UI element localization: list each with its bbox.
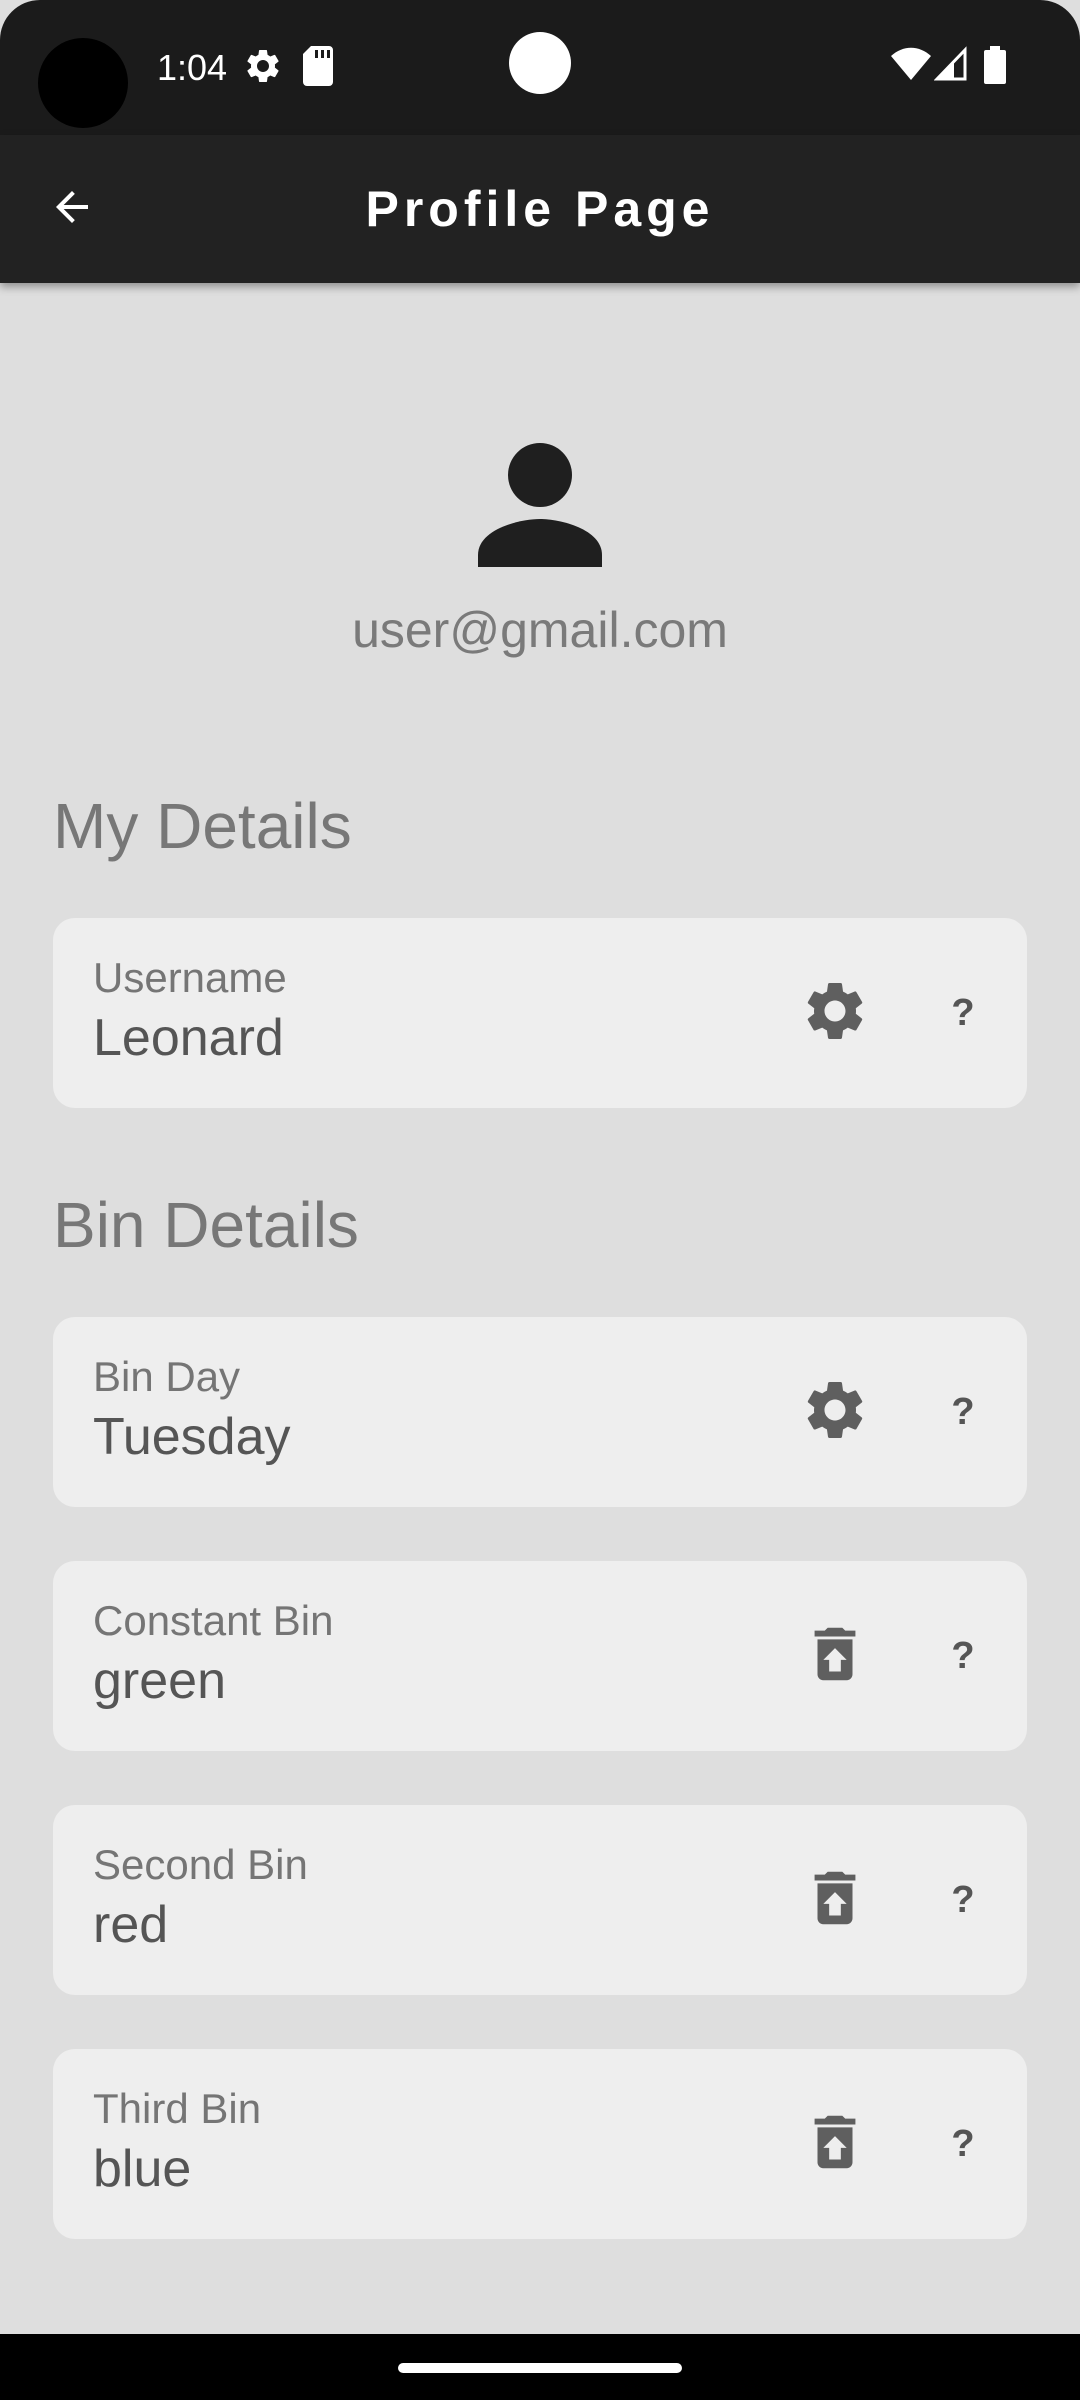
- constant-bin-change-button[interactable]: [795, 1616, 875, 1696]
- signal-icon: [933, 46, 968, 87]
- third-bin-change-button[interactable]: [795, 2104, 875, 2184]
- third-bin-label: Third Bin: [93, 2085, 262, 2132]
- battery-icon: [984, 46, 1006, 89]
- bin-day-label: Bin Day: [93, 1353, 241, 1400]
- second-bin-card: Second Bin red ?: [53, 1805, 1027, 1995]
- third-bin-card: Third Bin blue ?: [53, 2049, 1027, 2239]
- constant-bin-label: Constant Bin: [93, 1597, 334, 1644]
- second-bin-help-button[interactable]: ?: [933, 1860, 993, 1940]
- gear-icon: [800, 1375, 870, 1450]
- center-camera-cutout: [509, 32, 571, 94]
- username-label: Username: [93, 954, 287, 1001]
- bin-day-help-button[interactable]: ?: [933, 1372, 993, 1452]
- home-gesture-handle[interactable]: [398, 2363, 682, 2373]
- person-icon: [470, 435, 610, 575]
- status-bar: 1:04: [0, 0, 1080, 135]
- navigation-bar: [0, 2334, 1080, 2400]
- sd-card-icon: [303, 46, 337, 91]
- username-value: Leonard: [93, 1009, 284, 1067]
- profile-email: user@gmail.com: [352, 602, 728, 658]
- second-bin-value: red: [93, 1896, 169, 1954]
- constant-bin-card: Constant Bin green ?: [53, 1561, 1027, 1751]
- username-card: Username Leonard ?: [53, 918, 1027, 1108]
- second-bin-label: Second Bin: [93, 1841, 308, 1888]
- app-bar: Profile Page: [0, 135, 1080, 283]
- restore-from-trash-icon: [800, 1863, 870, 1938]
- constant-bin-help-button[interactable]: ?: [933, 1616, 993, 1696]
- restore-from-trash-icon: [800, 2107, 870, 2182]
- username-settings-button[interactable]: [795, 973, 875, 1053]
- wifi-icon: [890, 46, 932, 87]
- settings-status-icon: [243, 46, 283, 91]
- bin-details-heading: Bin Details: [53, 1189, 359, 1261]
- front-camera-cutout: [38, 38, 128, 128]
- third-bin-value: blue: [93, 2140, 192, 2198]
- bin-day-settings-button[interactable]: [795, 1372, 875, 1452]
- bin-day-value: Tuesday: [93, 1408, 291, 1466]
- username-help-button[interactable]: ?: [933, 973, 993, 1053]
- bin-day-card: Bin Day Tuesday ?: [53, 1317, 1027, 1507]
- page-title: Profile Page: [365, 181, 715, 237]
- constant-bin-value: green: [93, 1652, 226, 1710]
- restore-from-trash-icon: [800, 1619, 870, 1694]
- third-bin-help-button[interactable]: ?: [933, 2104, 993, 2184]
- my-details-heading: My Details: [53, 790, 352, 862]
- gear-icon: [800, 976, 870, 1051]
- second-bin-change-button[interactable]: [795, 1860, 875, 1940]
- status-time: 1:04: [157, 47, 228, 88]
